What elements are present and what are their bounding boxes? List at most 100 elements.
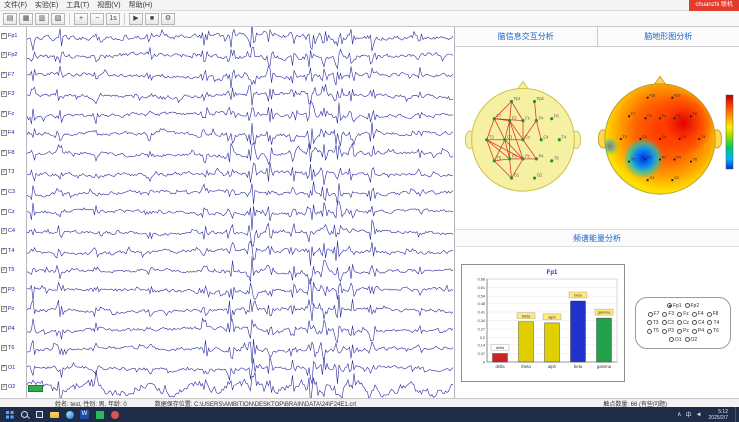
menu-item-1[interactable]: 实验(E) <box>31 0 62 10</box>
app-window: 文件(F)实验(E)工具(T)视图(V)帮助(H) chuanzhi 联机 ▤▦▥… <box>0 0 739 422</box>
channel-row-C4: ✓C4 <box>1 228 15 234</box>
svg-text:theta: theta <box>521 364 531 369</box>
svg-text:theta: theta <box>522 314 531 318</box>
electrode-radio-F4[interactable]: F4 <box>692 311 704 317</box>
radio-icon <box>677 312 682 317</box>
svg-text:T5: T5 <box>497 156 502 161</box>
radio-icon <box>685 303 690 308</box>
channel-checkbox-T4[interactable]: ✓ <box>1 248 7 254</box>
channel-checkbox-C4[interactable]: ✓ <box>1 228 7 234</box>
channel-checkbox-P4[interactable]: ✓ <box>1 326 7 332</box>
svg-text:0.34: 0.34 <box>478 318 485 322</box>
electrode-radio-T6[interactable]: T6 <box>707 328 719 334</box>
volume-icon[interactable]: ◄ <box>696 412 702 418</box>
menu-item-3[interactable]: 视图(V) <box>93 0 124 10</box>
channel-checkbox-F4[interactable]: ✓ <box>1 130 7 136</box>
electrode-radio-label: T6 <box>713 328 719 334</box>
channel-checkbox-C3[interactable]: ✓ <box>1 189 7 195</box>
channel-checkbox-F7[interactable]: ✓ <box>1 72 7 78</box>
channel-checkbox-F8[interactable]: ✓ <box>1 150 7 156</box>
electrode-radio-T3[interactable]: T3 <box>647 320 659 326</box>
search-icon[interactable] <box>17 407 32 422</box>
channel-checkbox-O2[interactable]: ✓ <box>1 384 7 390</box>
channel-checkbox-T6[interactable]: ✓ <box>1 345 7 351</box>
start-icon[interactable] <box>2 407 17 422</box>
ime-indicator[interactable]: 中 <box>686 410 692 419</box>
show-desktop-button[interactable] <box>735 407 737 422</box>
channel-checkbox-F3[interactable]: ✓ <box>1 91 7 97</box>
electrode-radio-O1[interactable]: O1 <box>669 337 682 343</box>
svg-text:Fp1: Fp1 <box>514 96 522 101</box>
channel-checkbox-Pz[interactable]: ✓ <box>1 306 7 312</box>
tab-brain-topography[interactable]: 脑地形图分析 <box>597 27 739 46</box>
svg-text:beta: beta <box>574 293 582 297</box>
channel-checkbox-Fz[interactable]: ✓ <box>1 111 7 117</box>
zoom-in-button[interactable]: + <box>74 13 88 25</box>
electrode-radio-F7[interactable]: F7 <box>648 311 660 317</box>
channel-checkbox-P3[interactable]: ✓ <box>1 287 7 293</box>
play-button[interactable]: ▶ <box>129 13 143 25</box>
electrode-radio-O2[interactable]: O2 <box>685 337 698 343</box>
channel-checkbox-T5[interactable]: ✓ <box>1 267 7 273</box>
channel-label: P3 <box>8 287 15 293</box>
menu-item-0[interactable]: 文件(F) <box>0 0 31 10</box>
channel-label: P4 <box>8 326 15 332</box>
electrode-radio-F8[interactable]: F8 <box>707 311 719 317</box>
channel-checkbox-O1[interactable]: ✓ <box>1 365 7 371</box>
tab-brain-interaction[interactable]: 脑信息交互分析 <box>455 27 597 46</box>
spectrum-area: Fp100.070.140.20.270.340.410.480.540.610… <box>455 247 739 398</box>
eeg-channel-labels: ✓Fp1✓Fp2✓F7✓F3✓Fz✓F4✓F8✓T3✓C3✓Cz✓C4✓T4✓T… <box>0 27 27 398</box>
settings-button[interactable]: ⚙ <box>161 13 175 25</box>
toolbar: ▤▦▥▧ +−1s ▶■⚙ <box>0 11 739 27</box>
channel-checkbox-T3[interactable]: ✓ <box>1 169 7 175</box>
import-button[interactable]: ▥ <box>35 13 49 25</box>
channel-row-F4: ✓F4 <box>1 130 14 136</box>
electrode-radio-label: O2 <box>691 337 698 343</box>
channel-checkbox-Cz[interactable]: ✓ <box>1 209 7 215</box>
taskbar-clock[interactable]: 5:12 2025/2/7 <box>709 409 728 421</box>
save-button[interactable]: ▦ <box>19 13 33 25</box>
electrode-radio-T5[interactable]: T5 <box>647 328 659 334</box>
channel-row-Fp1: ✓Fp1 <box>1 33 17 39</box>
svg-text:0.48: 0.48 <box>478 301 485 305</box>
electrode-radio-Fz[interactable]: Fz <box>677 311 689 317</box>
electrode-radio-F3[interactable]: F3 <box>662 311 674 317</box>
browser-icon[interactable] <box>62 407 77 422</box>
remote-assist-badge[interactable]: chuanzhi 联机 <box>689 0 739 11</box>
timebase-button[interactable]: 1s <box>106 13 120 25</box>
export-button[interactable]: ▧ <box>51 13 65 25</box>
word-icon[interactable]: W <box>77 407 92 422</box>
channel-checkbox-Fp2[interactable]: ✓ <box>1 52 7 58</box>
electrode-radio-label: Fp1 <box>673 303 682 309</box>
electrode-radio-Fp2[interactable]: Fp2 <box>685 303 700 309</box>
electrode-radio-Fp1[interactable]: Fp1 <box>667 303 682 309</box>
chevron-up-icon[interactable]: ∧ <box>677 411 681 418</box>
svg-text:F4: F4 <box>676 114 680 118</box>
open-file-button[interactable]: ▤ <box>3 13 17 25</box>
channel-checkbox-Fp1[interactable]: ✓ <box>1 33 7 39</box>
app-red-icon[interactable] <box>107 407 122 422</box>
task-view-icon[interactable] <box>32 407 47 422</box>
svg-text:F8: F8 <box>554 113 559 118</box>
electrode-radio-Pz[interactable]: Pz <box>677 328 689 334</box>
electrode-radio-P4[interactable]: P4 <box>692 328 704 334</box>
stop-button[interactable]: ■ <box>145 13 159 25</box>
electrode-radio-P3[interactable]: P3 <box>662 328 674 334</box>
svg-text:Fp2: Fp2 <box>674 94 680 98</box>
menu-item-2[interactable]: 工具(T) <box>62 0 93 10</box>
menu-item-4[interactable]: 帮助(H) <box>125 0 157 10</box>
topo-colorbar <box>724 93 736 171</box>
electrode-radio-Cz[interactable]: Cz <box>677 320 689 326</box>
channel-row-O2: ✓O2 <box>1 384 15 390</box>
electrode-radio-label: Pz <box>683 328 689 334</box>
file-explorer-icon[interactable] <box>47 407 62 422</box>
electrode-radio-C3[interactable]: C3 <box>662 320 674 326</box>
electrode-row: O1 O2 <box>639 337 727 343</box>
electrode-radio-T4[interactable]: T4 <box>707 320 719 326</box>
app-green-icon[interactable] <box>92 407 107 422</box>
svg-text:Cz: Cz <box>662 135 667 139</box>
electrode-radio-C4[interactable]: C4 <box>692 320 704 326</box>
electrode-row: T5P3 PzP4 T6 <box>639 328 727 334</box>
zoom-out-button[interactable]: − <box>90 13 104 25</box>
svg-text:T6: T6 <box>693 157 697 161</box>
